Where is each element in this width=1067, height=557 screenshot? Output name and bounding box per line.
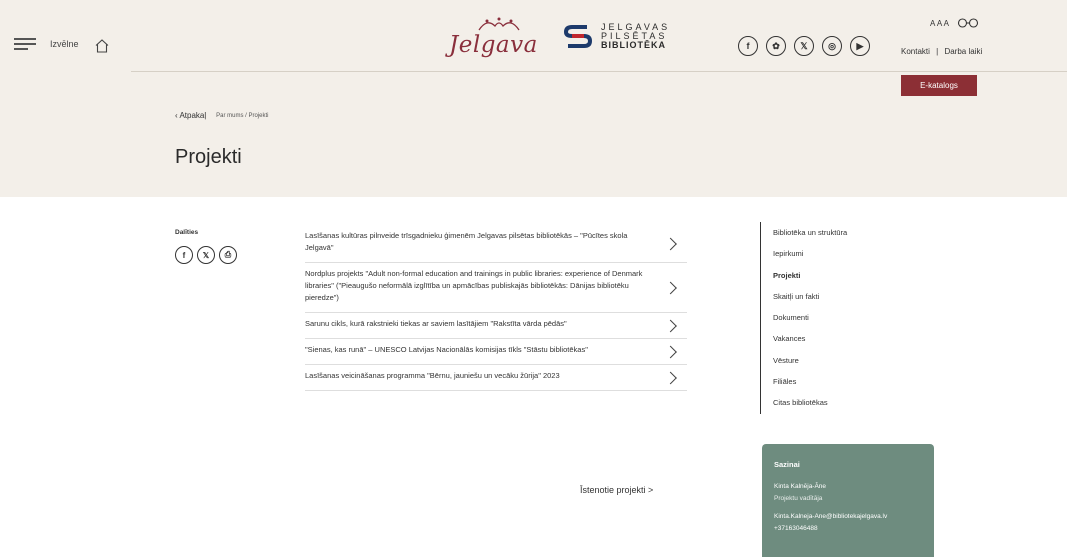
- accessibility-controls: AAA: [930, 18, 979, 28]
- project-title: Lasīšanas veicināšanas programma "Bērnu,…: [305, 371, 560, 380]
- draugiem-icon[interactable]: ✿: [766, 36, 786, 56]
- jelgava-logo[interactable]: Jelgava: [449, 16, 549, 66]
- section-sidenav: Bibliotēka un struktūra Iepirkumi Projek…: [760, 222, 847, 414]
- contact-email[interactable]: Kinta.Kalneja-Ane@bibliotekajelgava.lv: [774, 511, 922, 523]
- x-icon[interactable]: 𝕏: [197, 246, 215, 264]
- top-links: Kontakti | Darba laiki: [901, 47, 982, 56]
- sidenav-item-facts[interactable]: Skaitļi un fakti: [773, 286, 847, 307]
- project-item[interactable]: Nordplus projekts "Adult non-formal educ…: [305, 263, 687, 313]
- breadcrumb: ‹ Atpakaļ Par mums / Projekti: [175, 111, 269, 120]
- contact-card: Sazinai Kinta Kalnēja-Āne Projektu vadīt…: [762, 444, 934, 557]
- print-icon[interactable]: ⎙: [219, 246, 237, 264]
- chevron-right-icon: [664, 281, 677, 294]
- project-list: Lasīšanas kultūras pilnveide trīsgadniek…: [305, 225, 687, 391]
- breadcrumb-path[interactable]: Par mums / Projekti: [216, 113, 268, 119]
- ekatalogs-button[interactable]: E-katalogs: [901, 75, 977, 96]
- project-title: Lasīšanas kultūras pilnveide trīsgadniek…: [305, 231, 628, 252]
- hamburger-icon: [14, 38, 36, 50]
- sidenav-item-branches[interactable]: Filiāles: [773, 371, 847, 392]
- library-logo[interactable]: JELGAVAS PILSĒTAS BIBLIOTĒKA: [563, 22, 670, 50]
- contact-role: Projektu vadītāja: [774, 495, 823, 502]
- share-label: Dalīties: [175, 229, 199, 236]
- project-title: Nordplus projekts "Adult non-formal educ…: [305, 269, 643, 302]
- completed-projects-link[interactable]: Īstenotie projekti >: [580, 485, 653, 495]
- library-logo-line-3: BIBLIOTĒKA: [601, 39, 666, 50]
- glasses-icon[interactable]: [957, 18, 979, 28]
- project-title: Sarunu cikls, kurā rakstnieki tiekas ar …: [305, 319, 567, 328]
- sidenav-item-projects[interactable]: Projekti: [773, 265, 847, 286]
- sidenav-item-other-libraries[interactable]: Citas bibliotēkas: [773, 392, 847, 413]
- menu-label: Izvēlne: [50, 39, 79, 49]
- chevron-right-icon: [664, 319, 677, 332]
- project-item[interactable]: "Sienas, kas runā" – UNESCO Latvijas Nac…: [305, 339, 687, 365]
- project-item[interactable]: Sarunu cikls, kurā rakstnieki tiekas ar …: [305, 313, 687, 339]
- project-item[interactable]: Lasīšanas kultūras pilnveide trīsgadniek…: [305, 225, 687, 263]
- contact-phone[interactable]: +37163046488: [774, 523, 922, 535]
- sidenav-item-procurement[interactable]: Iepirkumi: [773, 243, 847, 264]
- instagram-icon[interactable]: ◎: [822, 36, 842, 56]
- contacts-link[interactable]: Kontakti: [901, 47, 930, 56]
- jelgava-logo-text: Jelgava: [449, 32, 538, 58]
- link-separator: |: [936, 47, 939, 56]
- page-title: Projekti: [175, 146, 242, 168]
- back-link[interactable]: ‹ Atpakaļ: [175, 111, 206, 120]
- chevron-right-icon: [664, 371, 677, 384]
- header-divider: [131, 71, 1067, 72]
- sidenav-item-history[interactable]: Vēsture: [773, 350, 847, 371]
- chevron-right-icon: [664, 345, 677, 358]
- hours-link[interactable]: Darba laiki: [944, 47, 982, 56]
- library-logo-mark-icon: [563, 25, 593, 48]
- x-icon[interactable]: 𝕏: [794, 36, 814, 56]
- share-section: Dalīties f 𝕏 ⎙: [175, 229, 237, 264]
- facebook-icon[interactable]: f: [738, 36, 758, 56]
- chevron-right-icon: [664, 237, 677, 250]
- youtube-icon[interactable]: ▶: [850, 36, 870, 56]
- facebook-icon[interactable]: f: [175, 246, 193, 264]
- project-item[interactable]: Lasīšanas veicināšanas programma "Bērnu,…: [305, 365, 687, 391]
- sidenav-item-vacancies[interactable]: Vakances: [773, 328, 847, 349]
- sidenav-item-structure[interactable]: Bibliotēka un struktūra: [773, 222, 847, 243]
- sidenav-item-documents[interactable]: Dokumenti: [773, 307, 847, 328]
- font-size-toggle[interactable]: AAA: [930, 19, 951, 28]
- contact-title: Sazinai: [774, 460, 800, 469]
- contact-name: Kinta Kalnēja-Āne: [774, 483, 827, 490]
- home-icon[interactable]: [94, 38, 110, 54]
- project-title: "Sienas, kas runā" – UNESCO Latvijas Nac…: [305, 345, 588, 354]
- social-links: f ✿ 𝕏 ◎ ▶: [738, 36, 870, 56]
- menu-button[interactable]: Izvēlne: [14, 38, 79, 50]
